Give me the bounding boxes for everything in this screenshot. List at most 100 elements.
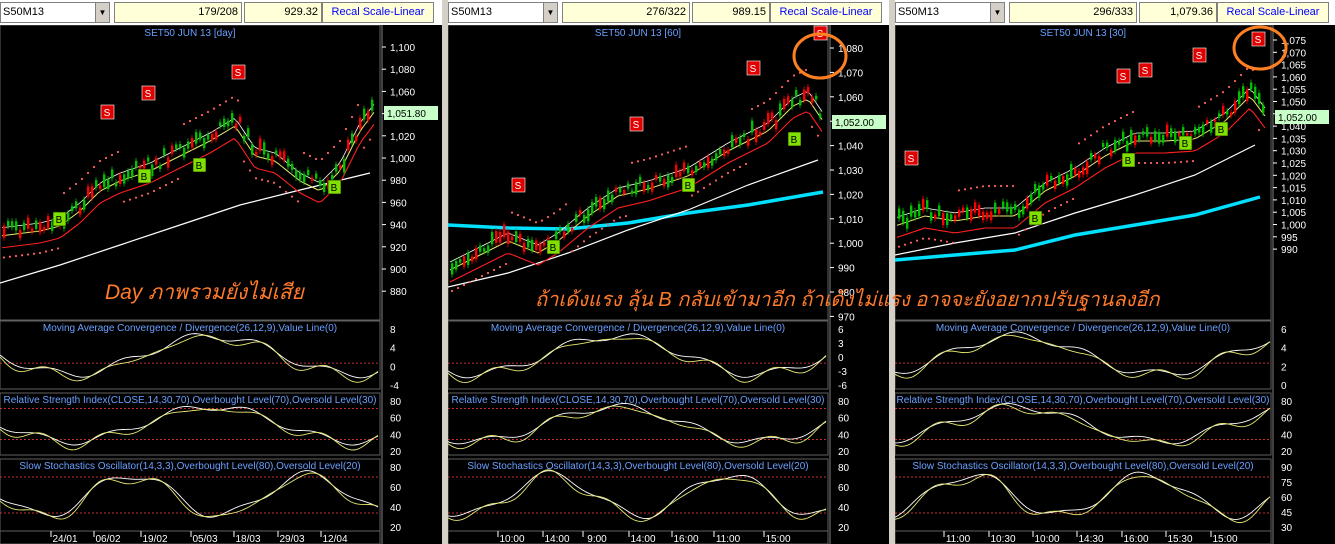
candle-body xyxy=(239,116,242,123)
candle-body xyxy=(1194,127,1197,135)
recal-scale-button[interactable]: Recal Scale-Linear xyxy=(322,2,434,23)
candle-body xyxy=(783,98,786,110)
candle-body xyxy=(475,248,478,260)
symbol-select[interactable]: S50M13 ▼ xyxy=(0,2,110,23)
symbol-select[interactable]: S50M13 ▼ xyxy=(895,2,1005,23)
sar-dot xyxy=(903,243,907,246)
candle-body xyxy=(587,209,590,222)
candle-body xyxy=(15,221,18,231)
candle-body xyxy=(523,242,526,252)
candle-body xyxy=(667,174,670,188)
sar-dot xyxy=(969,187,973,190)
candle-body xyxy=(215,131,218,140)
macd-tick-label: 3 xyxy=(838,339,844,350)
y-tick-label: 920 xyxy=(390,243,407,254)
sar-dot xyxy=(242,160,246,163)
candle-body xyxy=(19,229,22,239)
candle-body xyxy=(679,171,682,177)
candle-body xyxy=(647,184,650,191)
recal-scale-button[interactable]: Recal Scale-Linear xyxy=(770,2,882,23)
chart-panel-30min[interactable]: S50M13 ▼ 296/333 1,079.36 Recal Scale-Lin… xyxy=(895,0,1335,544)
candle-body xyxy=(247,128,250,138)
y-tick-label: 1,040 xyxy=(838,142,863,153)
sar-dot xyxy=(744,162,748,166)
y-tick-label: 900 xyxy=(390,265,407,276)
y-tick-label: 940 xyxy=(390,221,407,232)
price-field: 1,079.36 xyxy=(1139,2,1217,23)
candle-body xyxy=(803,89,806,101)
x-tick-label: 05/03 xyxy=(192,534,217,544)
candle-body xyxy=(227,120,230,127)
candle-body xyxy=(1038,185,1041,198)
sar-dot xyxy=(963,188,967,191)
x-tick-label: 24/01 xyxy=(52,534,77,544)
sar-dot xyxy=(266,180,270,183)
candle-body xyxy=(715,153,718,161)
candle-body xyxy=(950,214,953,220)
candle-body xyxy=(1074,168,1077,175)
candle-body xyxy=(807,87,810,94)
sar-dot xyxy=(1239,73,1243,77)
y-tick-label: 1,020 xyxy=(838,190,863,201)
sar-dot xyxy=(1185,160,1189,163)
x-tick-label: 11:00 xyxy=(716,534,741,544)
candle-body xyxy=(531,239,534,251)
sar-dot xyxy=(140,194,144,197)
candle-body xyxy=(35,220,38,230)
candle-body xyxy=(323,182,326,192)
sar-dot xyxy=(170,180,174,184)
candle-body xyxy=(367,110,370,121)
candle-body xyxy=(1006,202,1009,212)
macd-tick-label: -4 xyxy=(390,381,399,392)
sar-dot xyxy=(738,165,742,169)
chevron-down-icon[interactable]: ▼ xyxy=(95,3,109,22)
candle-body xyxy=(27,217,30,229)
x-tick-label: 10:00 xyxy=(499,534,524,544)
rsi-tick-label: 20 xyxy=(1281,447,1293,458)
candle-body xyxy=(583,214,586,223)
y-tick-label: 1,030 xyxy=(1281,147,1306,158)
candle-body xyxy=(1022,206,1025,215)
candle-body xyxy=(1042,184,1045,190)
candle-body xyxy=(211,133,214,141)
rsi-tick-label: 60 xyxy=(390,414,402,425)
macd-tick-label: -6 xyxy=(838,381,847,392)
y-tick-label: 1,000 xyxy=(1281,221,1306,232)
sar-dot xyxy=(558,208,562,211)
chart-panel-day[interactable]: S50M13 ▼ 179/208 929.32 Recal Scale-Linea… xyxy=(0,0,442,544)
sar-dot xyxy=(14,254,18,258)
toolbar: S50M13 ▼ 276/322 989.15 Recal Scale-Linea… xyxy=(448,0,889,25)
sar-dot xyxy=(122,200,126,203)
candle-body xyxy=(603,198,606,210)
sar-dot xyxy=(188,119,192,123)
recal-scale-button[interactable]: Recal Scale-Linear xyxy=(1217,2,1329,23)
chevron-down-icon[interactable]: ▼ xyxy=(543,3,557,22)
symbol-select[interactable]: S50M13 ▼ xyxy=(448,2,558,23)
candle-body xyxy=(195,132,198,144)
sar-dot xyxy=(248,169,252,172)
sar-dot xyxy=(945,240,949,243)
sar-dot xyxy=(786,79,790,83)
x-tick-label: 16:00 xyxy=(1123,534,1148,544)
chevron-down-icon[interactable]: ▼ xyxy=(990,3,1004,22)
candle-body xyxy=(555,231,558,240)
sar-dot xyxy=(1059,203,1063,207)
sar-dot xyxy=(1227,85,1231,89)
candle-body xyxy=(279,151,282,158)
stoch-tick-label: 20 xyxy=(390,523,402,534)
candle-body xyxy=(91,186,94,198)
signal-label: S xyxy=(1196,51,1203,62)
sar-dot xyxy=(164,183,168,187)
chart-panel-60min[interactable]: S50M13 ▼ 276/322 989.15 Recal Scale-Linea… xyxy=(448,0,889,544)
sar-dot xyxy=(368,138,372,141)
candle-body xyxy=(755,129,758,143)
sar-dot xyxy=(98,159,102,163)
annotation-day: Day ภาพรวมยังไม่เสีย xyxy=(105,281,304,304)
candle-body xyxy=(731,135,734,148)
sar-dot xyxy=(624,215,628,218)
x-tick-label: 10:30 xyxy=(990,534,1015,544)
candle-body xyxy=(67,212,70,221)
candle-body xyxy=(974,202,977,213)
candle-body xyxy=(483,248,486,252)
candle-body xyxy=(1262,104,1265,113)
